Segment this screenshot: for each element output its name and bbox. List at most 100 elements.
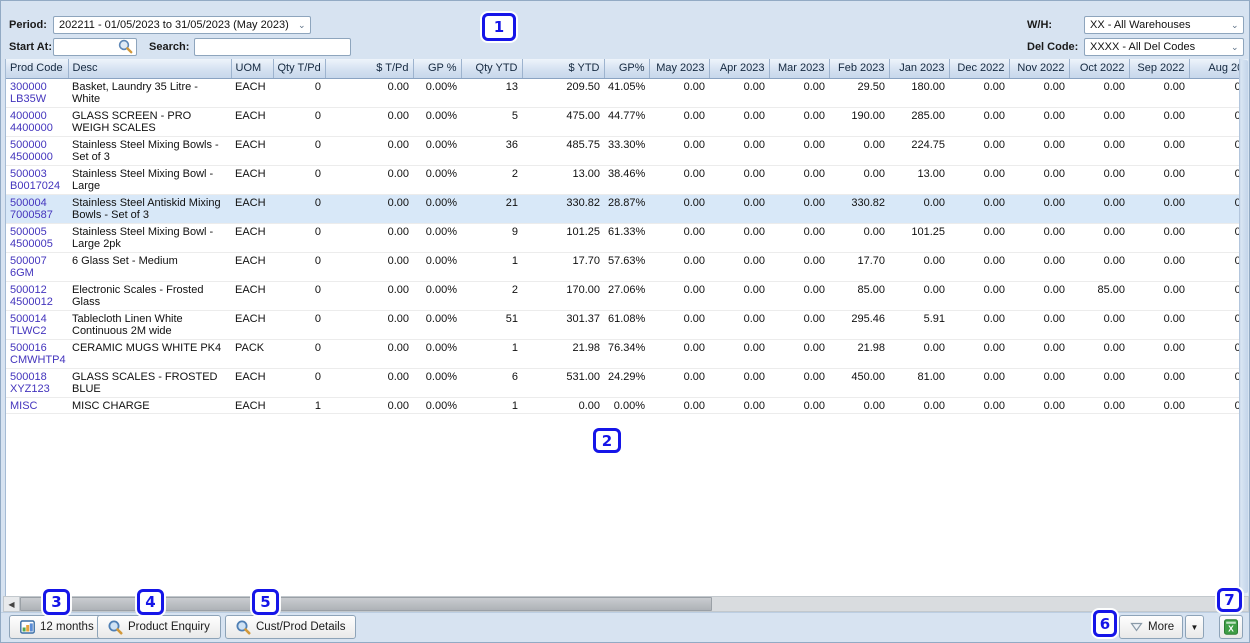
table-row[interactable]: 500014TLWC2Tablecloth Linen White Contin…	[6, 310, 1241, 339]
month-4-cell: 81.00	[889, 368, 949, 397]
table-row[interactable]: 5000047000587Stainless Steel Antiskid Mi…	[6, 194, 1241, 223]
vertical-scrollbar[interactable]	[1239, 59, 1248, 596]
qty_ytd-cell: 21	[461, 194, 522, 223]
qty_tpd-cell: 0	[273, 252, 325, 281]
scroll-left-arrow-icon[interactable]: ◀	[4, 597, 20, 611]
column-header-code[interactable]: Prod Code	[6, 59, 68, 78]
table-row[interactable]: 500016CMWHTP4CERAMIC MUGS WHITE PK4PACK0…	[6, 339, 1241, 368]
month-0-cell: 0.00	[649, 339, 709, 368]
amt_ytd-cell: 13.00	[522, 165, 604, 194]
month-1-cell: 0.00	[709, 194, 769, 223]
cust-prod-details-button[interactable]: Cust/Prod Details	[225, 615, 356, 639]
svg-text:X: X	[1228, 623, 1234, 633]
column-header-month-1[interactable]: Apr 2023	[709, 59, 769, 78]
gp_tpd-cell: 0.00%	[413, 339, 461, 368]
column-header-month-5[interactable]: Dec 2022	[949, 59, 1009, 78]
month-9-cell: 0.00	[1189, 107, 1241, 136]
del-code-label: Del Code:	[1027, 41, 1078, 53]
annotation-6: 6	[1093, 610, 1117, 637]
more-dropdown-arrow-button[interactable]: ▼	[1185, 615, 1204, 639]
qty_tpd-cell: 0	[273, 107, 325, 136]
wh-label: W/H:	[1027, 19, 1052, 31]
column-header-amt_ytd[interactable]: $ YTD	[522, 59, 604, 78]
table-row[interactable]: MISCMISC CHARGEEACH10.000.00%10.000.00%0…	[6, 397, 1241, 414]
table-row[interactable]: 5000004500000Stainless Steel Mixing Bowl…	[6, 136, 1241, 165]
magnifier-icon	[236, 620, 251, 635]
column-header-month-9[interactable]: Aug 2022	[1189, 59, 1241, 78]
prod-code-cell[interactable]: 4000004400000	[6, 107, 68, 136]
prod-code-cell[interactable]: 5000076GM	[6, 252, 68, 281]
prod-code-cell[interactable]: 5000124500012	[6, 281, 68, 310]
del-code-value: XXXX - All Del Codes	[1090, 41, 1195, 53]
table-row[interactable]: 5000076GM6 Glass Set - MediumEACH00.000.…	[6, 252, 1241, 281]
amt_ytd-cell: 170.00	[522, 281, 604, 310]
amt_ytd-cell: 21.98	[522, 339, 604, 368]
product-enquiry-button[interactable]: Product Enquiry	[97, 615, 221, 639]
qty_ytd-cell: 5	[461, 107, 522, 136]
month-9-cell: 0.00	[1189, 194, 1241, 223]
prod-code-cell[interactable]: 5000047000587	[6, 194, 68, 223]
qty_tpd-cell: 0	[273, 194, 325, 223]
table-body: 300000LB35WBasket, Laundry 35 Litre - Wh…	[6, 78, 1241, 414]
gp_ytd-cell: 38.46%	[604, 165, 649, 194]
prod-code-cell[interactable]: 5000004500000	[6, 136, 68, 165]
column-header-month-2[interactable]: Mar 2023	[769, 59, 829, 78]
warehouse-dropdown[interactable]: XX - All Warehouses ⌄	[1084, 16, 1244, 34]
amt_tpd-cell: 0.00	[325, 281, 413, 310]
prod-code-cell[interactable]: 500014TLWC2	[6, 310, 68, 339]
horizontal-scrollbar[interactable]: ◀	[3, 596, 1249, 612]
month-0-cell: 0.00	[649, 194, 709, 223]
column-header-month-6[interactable]: Nov 2022	[1009, 59, 1069, 78]
table-row[interactable]: 300000LB35WBasket, Laundry 35 Litre - Wh…	[6, 78, 1241, 107]
uom-cell: EACH	[231, 252, 273, 281]
table-row[interactable]: 5000054500005Stainless Steel Mixing Bowl…	[6, 223, 1241, 252]
annotation-5: 5	[252, 589, 279, 615]
month-2-cell: 0.00	[769, 78, 829, 107]
column-header-month-0[interactable]: May 2023	[649, 59, 709, 78]
month-4-cell: 0.00	[889, 339, 949, 368]
chevron-down-icon: ⌄	[298, 21, 307, 30]
month-4-cell: 0.00	[889, 281, 949, 310]
qty_tpd-cell: 0	[273, 78, 325, 107]
prod-code-cell[interactable]: MISC	[6, 397, 68, 414]
table-row[interactable]: 4000004400000GLASS SCREEN - PRO WEIGH SC…	[6, 107, 1241, 136]
column-header-month-8[interactable]: Sep 2022	[1129, 59, 1189, 78]
gp_ytd-cell: 27.06%	[604, 281, 649, 310]
search-magnifier-icon[interactable]	[118, 39, 133, 54]
month-5-cell: 0.00	[949, 281, 1009, 310]
gp_ytd-cell: 0.00%	[604, 397, 649, 414]
column-header-qty_tpd[interactable]: Qty T/Pd	[273, 59, 325, 78]
prod-code-cell[interactable]: 300000LB35W	[6, 78, 68, 107]
column-header-gp_tpd[interactable]: GP %	[413, 59, 461, 78]
horizontal-scrollbar-thumb[interactable]	[20, 597, 712, 611]
period-dropdown[interactable]: 202211 - 01/05/2023 to 31/05/2023 (May 2…	[53, 16, 311, 34]
desc-cell: CERAMIC MUGS WHITE PK4	[68, 339, 231, 368]
excel-export-button[interactable]: X	[1219, 615, 1243, 639]
table-row[interactable]: 5000124500012Electronic Scales - Frosted…	[6, 281, 1241, 310]
month-8-cell: 0.00	[1129, 339, 1189, 368]
prod-code-cell[interactable]: 5000054500005	[6, 223, 68, 252]
search-input[interactable]	[194, 38, 351, 56]
amt_tpd-cell: 0.00	[325, 136, 413, 165]
column-header-month-3[interactable]: Feb 2023	[829, 59, 889, 78]
column-header-month-7[interactable]: Oct 2022	[1069, 59, 1129, 78]
gp_ytd-cell: 57.63%	[604, 252, 649, 281]
column-header-desc[interactable]: Desc	[68, 59, 231, 78]
prod-code-cell[interactable]: 500016CMWHTP4	[6, 339, 68, 368]
prod-code-cell[interactable]: 500003B0017024	[6, 165, 68, 194]
month-9-cell: 0.00	[1189, 310, 1241, 339]
twelve-months-button[interactable]: 12 months	[9, 615, 105, 639]
more-button[interactable]: More	[1119, 615, 1183, 639]
column-header-amt_tpd[interactable]: $ T/Pd	[325, 59, 413, 78]
uom-cell: EACH	[231, 368, 273, 397]
month-6-cell: 0.00	[1009, 281, 1069, 310]
column-header-month-4[interactable]: Jan 2023	[889, 59, 949, 78]
column-header-qty_ytd[interactable]: Qty YTD	[461, 59, 522, 78]
vertical-scrollbar-thumb[interactable]	[1241, 60, 1248, 593]
prod-code-cell[interactable]: 500018XYZ123	[6, 368, 68, 397]
del-code-dropdown[interactable]: XXXX - All Del Codes ⌄	[1084, 38, 1244, 56]
table-row[interactable]: 500018XYZ123GLASS SCALES - FROSTED BLUEE…	[6, 368, 1241, 397]
table-row[interactable]: 500003B0017024Stainless Steel Mixing Bow…	[6, 165, 1241, 194]
column-header-gp_ytd[interactable]: GP%	[604, 59, 649, 78]
column-header-uom[interactable]: UOM	[231, 59, 273, 78]
